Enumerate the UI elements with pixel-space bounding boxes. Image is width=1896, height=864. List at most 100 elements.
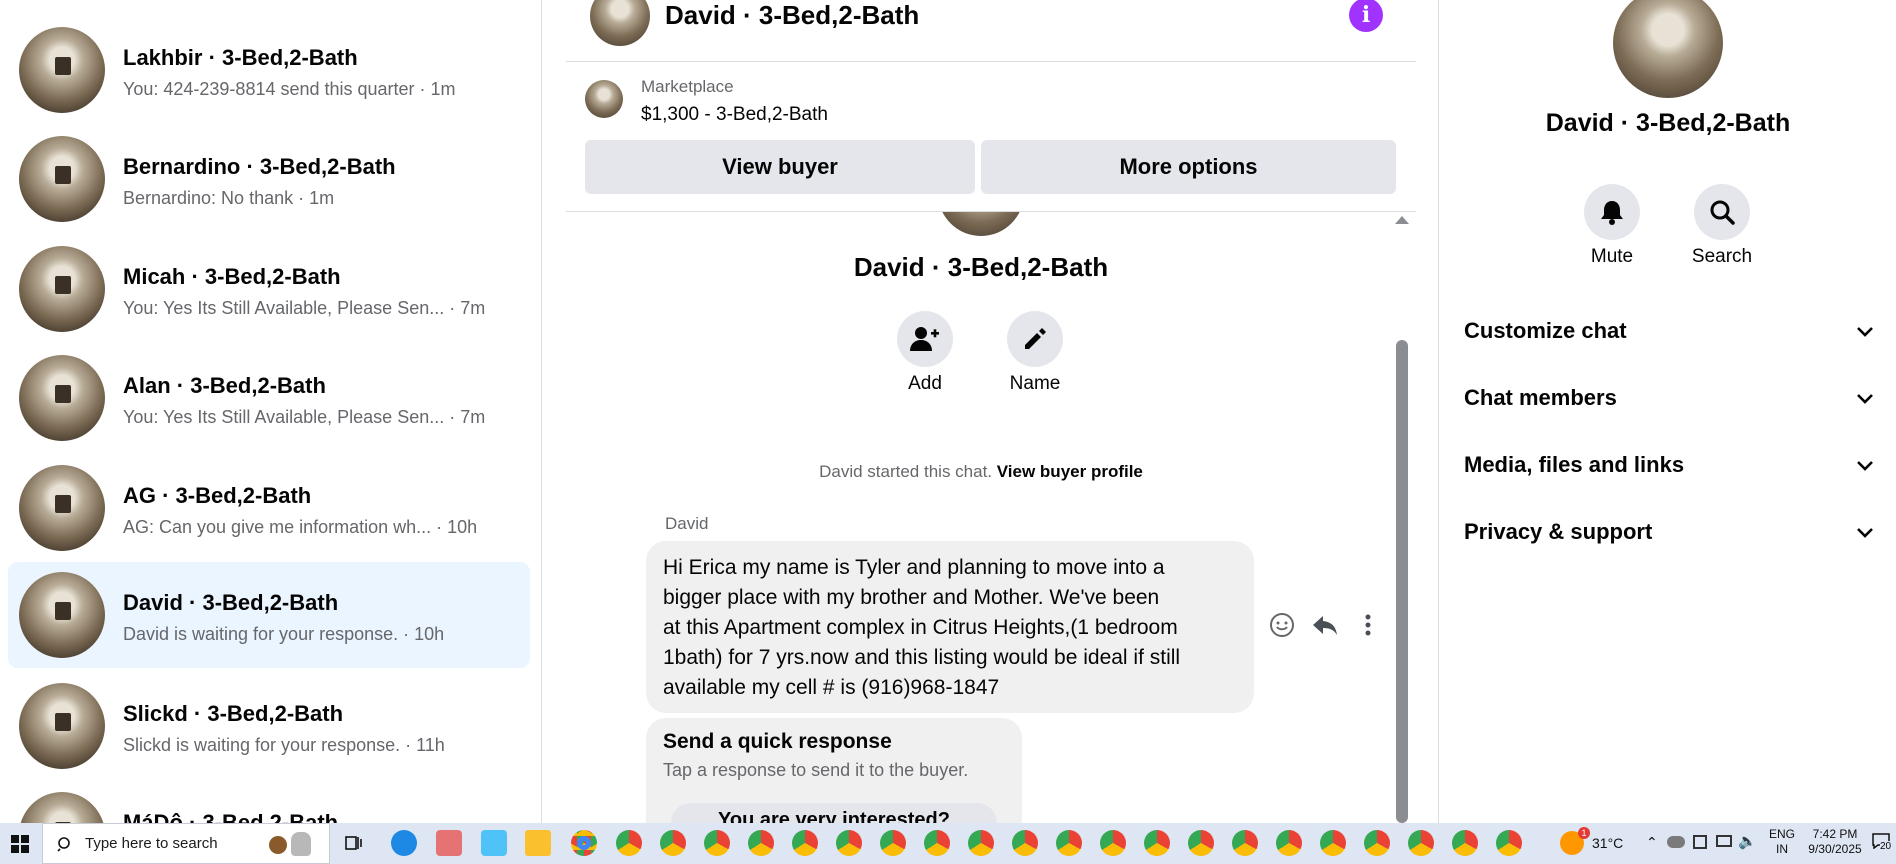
chrome-icon[interactable] — [880, 830, 906, 856]
chrome-icon[interactable] — [924, 830, 950, 856]
language-indicator[interactable]: ENG IN — [1764, 827, 1800, 857]
add-person-icon — [910, 327, 939, 351]
chrome-icon[interactable] — [1276, 830, 1302, 856]
quick-response-title: Send a quick response — [663, 730, 892, 753]
smiley-icon — [1270, 613, 1294, 637]
message-bubble[interactable]: Hi Erica my name is Tyler and planning t… — [646, 541, 1254, 713]
customize-chat-section[interactable]: Customize chat — [1464, 318, 1874, 358]
weather-icon[interactable]: 1 — [1560, 827, 1590, 855]
chevron-down-icon — [1857, 327, 1873, 337]
conversation-item[interactable]: Micah · 3-Bed,2-Bath You: Yes Its Still … — [8, 236, 530, 342]
add-person-button[interactable] — [897, 311, 953, 367]
mute-button[interactable] — [1584, 184, 1640, 240]
start-button[interactable] — [0, 823, 40, 864]
conversation-item[interactable]: Slickd · 3-Bed,2-Bath Slickd is waiting … — [8, 673, 530, 779]
chrome-icon[interactable] — [660, 830, 686, 856]
media-files-links-section[interactable]: Media, files and links — [1464, 452, 1874, 492]
conversation-snippet: David is waiting for your response. · 10… — [123, 624, 445, 644]
chrome-icon[interactable] — [1056, 830, 1082, 856]
chrome-icon[interactable] — [748, 830, 774, 856]
listing-thumbnail[interactable] — [585, 80, 623, 118]
windows-taskbar: Type here to search 1 31°C ⌃ 🔈 ENG IN 7:… — [0, 823, 1896, 864]
cloud-icon[interactable] — [1667, 836, 1685, 848]
chrome-icon[interactable] — [1100, 830, 1126, 856]
chrome-icon[interactable] — [1144, 830, 1170, 856]
language-top: ENG — [1768, 827, 1795, 841]
conversation-item-active[interactable]: David · 3-Bed,2-Bath David is waiting fo… — [8, 562, 530, 668]
search-in-chat-button[interactable] — [1694, 184, 1750, 240]
chrome-icon[interactable] — [1452, 830, 1478, 856]
section-label: Chat members — [1464, 385, 1617, 410]
more-options-button[interactable]: More options — [981, 140, 1396, 194]
chevron-up-icon[interactable]: ⌃ — [1646, 835, 1658, 850]
vertical-dots-icon — [1365, 614, 1371, 636]
search-highlight-icon — [261, 830, 325, 858]
name-label: Name — [1009, 373, 1061, 394]
mute-label: Mute — [1590, 246, 1634, 267]
taskbar-search-box[interactable]: Type here to search — [42, 823, 330, 864]
conversation-item[interactable]: Bernardino · 3-Bed,2-Bath Bernardino: No… — [8, 126, 530, 232]
message-line: at this Apartment complex in Citrus Heig… — [663, 616, 1178, 639]
chat-header-title[interactable]: David · 3-Bed,2-Bath — [665, 0, 919, 31]
marketplace-banner: Marketplace $1,300 - 3-Bed,2-Bath View b… — [566, 62, 1416, 212]
chat-header-avatar[interactable] — [590, 0, 650, 46]
taskbar-app-icon[interactable] — [391, 830, 417, 856]
section-label: Customize chat — [1464, 318, 1627, 343]
pencil-icon — [1025, 328, 1046, 349]
listing-title[interactable]: $1,300 - 3-Bed,2-Bath — [641, 104, 828, 126]
taskbar-app-icon[interactable] — [481, 830, 507, 856]
notification-center-icon[interactable]: 20 — [1872, 833, 1896, 855]
quick-response-chip[interactable]: You are very interested? — [671, 803, 997, 823]
react-button[interactable] — [1267, 610, 1297, 640]
rename-button[interactable] — [1007, 311, 1063, 367]
scroll-up-arrow-icon[interactable] — [1395, 216, 1409, 224]
conversation-item[interactable]: MáDô · 3-Bed,2-Bath — [8, 782, 530, 823]
clock[interactable]: 7:42 PM 9/30/2025 — [1800, 827, 1870, 857]
file-explorer-icon[interactable] — [525, 830, 551, 856]
chrome-icon[interactable] — [1496, 830, 1522, 856]
chrome-icon[interactable] — [704, 830, 730, 856]
bell-icon — [1601, 201, 1623, 225]
chrome-icon[interactable] — [1012, 830, 1038, 856]
conversation-item[interactable]: Lakhbir · 3-Bed,2-Bath You: 424-239-8814… — [8, 17, 530, 123]
view-buyer-button[interactable]: View buyer — [585, 140, 975, 194]
chrome-icon[interactable] — [836, 830, 862, 856]
chrome-icon[interactable] — [1188, 830, 1214, 856]
chevron-down-icon — [1857, 461, 1873, 471]
chrome-icon[interactable] — [968, 830, 994, 856]
speaker-icon[interactable]: 🔈 — [1738, 834, 1757, 849]
conversation-snippet: AG: Can you give me information wh... · … — [123, 517, 478, 537]
more-actions-button[interactable] — [1353, 610, 1383, 640]
network-icon[interactable] — [1716, 835, 1732, 847]
message-line: bigger place with my brother and Mother.… — [663, 586, 1160, 609]
message-line: available my cell # is (916)968-1847 — [663, 676, 1000, 699]
chrome-icon[interactable] — [571, 830, 597, 856]
chat-header: David · 3-Bed,2-Bath i — [566, 0, 1416, 62]
details-avatar[interactable] — [1613, 0, 1723, 98]
privacy-support-section[interactable]: Privacy & support — [1464, 519, 1874, 559]
chrome-icon[interactable] — [1364, 830, 1390, 856]
taskbar-app-icon[interactable] — [436, 830, 462, 856]
chat-scrollbar[interactable] — [1396, 340, 1408, 823]
reply-button[interactable] — [1310, 610, 1340, 640]
view-buyer-profile-link[interactable]: View buyer profile — [997, 462, 1143, 481]
section-label: Media, files and links — [1464, 452, 1685, 477]
avatar — [19, 27, 105, 113]
messenger-window: Lakhbir · 3-Bed,2-Bath You: 424-239-8814… — [0, 0, 1896, 823]
chrome-icon[interactable] — [1408, 830, 1434, 856]
chrome-icon[interactable] — [1320, 830, 1346, 856]
chrome-icon[interactable] — [792, 830, 818, 856]
chrome-icon[interactable] — [616, 830, 642, 856]
meeting-icon[interactable] — [1693, 835, 1707, 849]
info-icon[interactable]: i — [1349, 0, 1383, 32]
avatar — [19, 683, 105, 769]
task-view-icon[interactable] — [344, 833, 364, 853]
conversation-item[interactable]: AG · 3-Bed,2-Bath AG: Can you give me in… — [8, 455, 530, 561]
chat-started-text: David started this chat. — [819, 462, 993, 481]
clock-date: 9/30/2025 — [1808, 842, 1862, 856]
chrome-icon[interactable] — [1232, 830, 1258, 856]
weather-temperature[interactable]: 31°C — [1592, 836, 1623, 851]
details-title: David · 3-Bed,2-Bath — [1545, 109, 1791, 137]
conversation-item[interactable]: Alan · 3-Bed,2-Bath You: Yes Its Still A… — [8, 345, 530, 451]
chat-members-section[interactable]: Chat members — [1464, 385, 1874, 425]
